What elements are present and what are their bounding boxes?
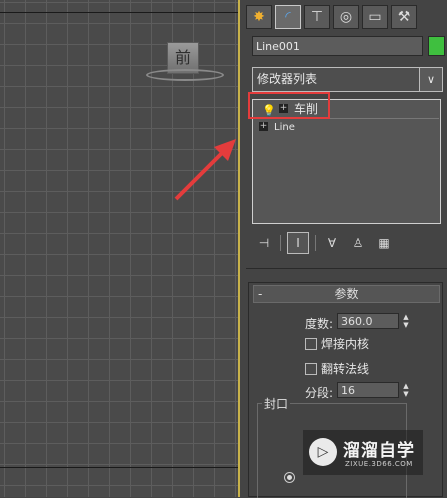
toolbar-divider (280, 235, 281, 251)
degrees-label: 度数: (305, 317, 334, 331)
pin-icon: ⊣ (258, 236, 270, 250)
show-end-result-button[interactable]: Ⅰ (287, 232, 309, 254)
watermark-subtitle: ZIXUE.3D66.COM (345, 460, 413, 468)
viewport-top-edge (0, 12, 238, 13)
remove-modifier-button[interactable]: ♙ (348, 233, 368, 253)
create-icon: ✸ (253, 9, 265, 25)
stack-item-line[interactable]: + Line (254, 119, 439, 136)
command-panel-tabs: ✸ ◜ ⊤ ◎ ▭ ⚒ (246, 5, 417, 29)
display-icon: ▭ (368, 9, 382, 25)
hierarchy-icon: ⊤ (310, 9, 324, 25)
configure-modifier-sets-button[interactable]: ▦ (374, 233, 394, 253)
end-result-icon: Ⅰ (296, 236, 300, 250)
cap-radio[interactable] (284, 472, 295, 483)
object-color-swatch[interactable] (428, 36, 445, 56)
command-panel: ✸ ◜ ⊤ ◎ ▭ ⚒ Line001 修改器列表 ∨ 💡 + 车削 + Lin… (240, 0, 447, 498)
weld-core-checkbox[interactable] (305, 338, 317, 350)
viewcube-ring[interactable] (146, 69, 224, 81)
segments-input[interactable]: 16 (337, 382, 399, 398)
weld-core-label: 焊接内核 (321, 337, 370, 351)
capping-title: 封口 (262, 395, 291, 412)
make-unique-icon: ∀ (327, 236, 337, 250)
display-tab[interactable]: ▭ (362, 5, 388, 29)
rollout-title: 参数 (334, 287, 359, 301)
stack-toolbar: ⊣ Ⅰ ∀ ♙ ▦ (254, 232, 394, 254)
viewport-front[interactable]: 前 (0, 0, 238, 497)
hierarchy-tab[interactable]: ⊤ (304, 5, 330, 29)
red-highlight-box (248, 92, 330, 119)
degrees-input[interactable]: 360.0 (337, 313, 399, 329)
configure-icon: ▦ (378, 236, 390, 250)
segments-spinner[interactable]: ▲ ▼ (400, 382, 412, 398)
create-tab[interactable]: ✸ (246, 5, 272, 29)
toolbar-divider (315, 235, 316, 251)
motion-tab[interactable]: ◎ (333, 5, 359, 29)
watermark: ▷ 溜溜自学 ZIXUE.3D66.COM (303, 430, 423, 475)
chevron-down-icon[interactable]: ∨ (419, 68, 442, 91)
modifier-list-dropdown[interactable]: 修改器列表 ∨ (252, 67, 443, 92)
degrees-spinner[interactable]: ▲ ▼ (400, 313, 412, 329)
modify-icon: ◜ (285, 9, 291, 25)
motion-icon: ◎ (339, 9, 353, 25)
panel-divider (246, 268, 447, 269)
trash-icon: ♙ (352, 236, 364, 250)
stack-item-label: Line (274, 122, 295, 133)
collapse-icon: - (258, 287, 263, 301)
segments-label: 分段: (305, 386, 334, 400)
expand-icon[interactable]: + (259, 122, 268, 131)
object-name-field[interactable]: Line001 (252, 36, 423, 56)
modifier-list-label: 修改器列表 (257, 72, 318, 86)
utilities-tab[interactable]: ⚒ (391, 5, 417, 29)
flip-normals-checkbox[interactable] (305, 363, 317, 375)
rollout-header[interactable]: - 参数 (253, 285, 440, 303)
red-arrow-annotation (174, 139, 236, 201)
modify-tab[interactable]: ◜ (275, 5, 301, 29)
viewcube-label: 前 (174, 48, 191, 67)
play-logo-icon: ▷ (309, 438, 337, 466)
watermark-title: 溜溜自学 (343, 441, 415, 461)
utilities-icon: ⚒ (397, 9, 411, 25)
make-unique-button[interactable]: ∀ (322, 233, 342, 253)
flip-normals-label: 翻转法线 (321, 362, 370, 376)
viewport-bottom-edge (0, 467, 238, 468)
pin-stack-button[interactable]: ⊣ (254, 233, 274, 253)
